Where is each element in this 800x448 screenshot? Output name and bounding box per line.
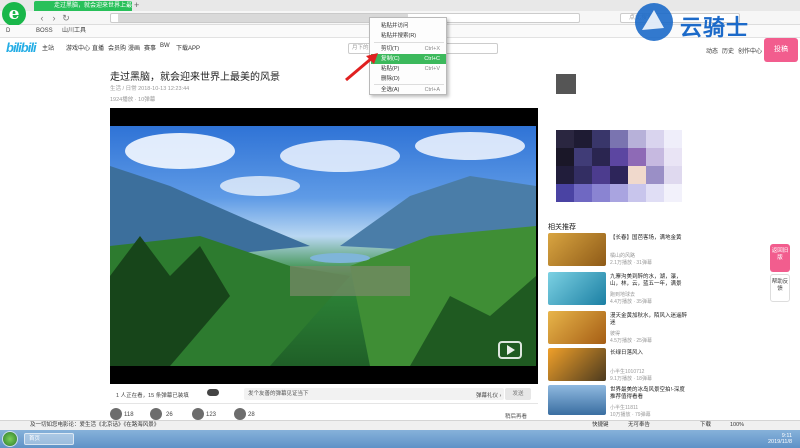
status-item[interactable]: 无可奉告: [628, 421, 650, 430]
ctx-label: 粘贴并搜索(R): [381, 33, 417, 39]
ctx-label: 粘贴并访问: [381, 23, 409, 29]
share-count: 28: [248, 412, 255, 418]
video-meta: 生活 / 日常 2018-10-13 12:23:44: [110, 86, 190, 92]
ctx-paste[interactable]: 粘贴(P) Ctrl+V: [371, 64, 446, 74]
ctx-label: 剪切(T): [381, 46, 400, 52]
browser-status-bar: 及一切如您电影论：爱生活《北京话》《在路海风景》 快捷键 无可奉告 下载 100…: [0, 420, 800, 430]
related-item-plays: 9.1万播放 · 18弹幕: [610, 376, 652, 382]
ctx-separator: [374, 42, 444, 43]
related-item-title[interactable]: 九寨沟美到醉的水，湖，瀑，山，林，云，蓝五一年，满景: [610, 274, 690, 288]
related-section-title: 相关推荐: [548, 224, 576, 231]
coin-count: 26: [166, 412, 173, 418]
annotation-arrow-icon: [345, 53, 378, 82]
nav-item[interactable]: 赛事: [144, 43, 156, 52]
zoom-level[interactable]: 100%: [730, 421, 744, 430]
danmaku-count: 1 人正在看，15 条弹幕已装填: [116, 393, 189, 399]
nav-item-download-app[interactable]: 下载APP: [176, 43, 200, 52]
danmaku-input[interactable]: 发个友善的弹幕见证当下: [244, 388, 504, 400]
header-link-history[interactable]: 历史: [722, 46, 734, 55]
ctx-delete[interactable]: 删除(D): [371, 74, 446, 84]
video-frame-landscape[interactable]: [110, 126, 536, 366]
clock-date: 2019/11/8: [768, 439, 793, 445]
related-thumb[interactable]: [548, 272, 606, 305]
header-link-dynamic[interactable]: 动态: [706, 46, 718, 55]
related-item-up[interactable]: 彼得: [610, 330, 620, 337]
related-item-plays: 4.4万播放 · 35弹幕: [610, 299, 652, 305]
start-button[interactable]: [2, 431, 18, 447]
coin-icon[interactable]: [150, 408, 162, 420]
bilibili-logo[interactable]: bilibili: [6, 40, 37, 55]
ad-mosaic-blurred: [556, 130, 686, 204]
like-icon[interactable]: [110, 408, 122, 420]
bookmark-item[interactable]: 山川工具: [62, 26, 86, 37]
related-item-title[interactable]: 世界最美的冰岛风景空拍!-深度推荐值得看看: [610, 387, 690, 401]
help-feedback-button[interactable]: 帮助反馈: [770, 274, 790, 302]
play-icon: [507, 345, 515, 355]
ctx-shortcut: Ctrl+A: [424, 87, 440, 93]
share-icon[interactable]: [234, 408, 246, 420]
related-thumb[interactable]: [548, 348, 606, 381]
bookmark-item[interactable]: D: [6, 26, 10, 37]
nav-item[interactable]: 直播: [92, 43, 104, 52]
danmaku-etiquette-link[interactable]: 弹幕礼仪 ›: [476, 391, 501, 399]
related-thumb[interactable]: [548, 311, 606, 344]
uploader-avatar[interactable]: [556, 74, 576, 94]
related-thumb[interactable]: [548, 385, 606, 415]
ctx-label: 删除(D): [381, 76, 400, 82]
ctx-cut[interactable]: 剪切(T) Ctrl+X: [371, 44, 446, 54]
watermark-text: 云骑士: [680, 16, 750, 41]
video-stats: 1924播放 · 10弹幕: [110, 97, 156, 103]
nav-item[interactable]: 漫画: [128, 43, 140, 52]
related-thumb[interactable]: [548, 233, 606, 266]
ctx-select-all[interactable]: 全选(A) Ctrl+A: [371, 85, 446, 95]
ctx-shortcut: Ctrl+X: [424, 46, 440, 52]
new-tab-button[interactable]: +: [134, 0, 139, 10]
forward-button[interactable]: ›: [48, 11, 60, 25]
related-item-up[interactable]: 小半生11811: [610, 404, 638, 411]
like-count: 118: [124, 412, 134, 418]
nav-item[interactable]: 游戏中心: [66, 43, 90, 52]
taskbar-app-item[interactable]: 首页: [24, 433, 74, 445]
ctx-shortcut: Ctrl+V: [424, 66, 440, 72]
related-item-up[interactable]: 橘山的风路: [610, 252, 635, 259]
danmaku-send-button[interactable]: 发送: [505, 388, 531, 400]
related-item-plays: 4.5万播放 · 25弹幕: [610, 338, 652, 344]
browser-tab-active[interactable]: 走过黑脑，就会迎来世界上最美的: [34, 1, 132, 11]
reload-button[interactable]: ↻: [60, 11, 72, 25]
header-link-creator[interactable]: 创作中心: [738, 46, 762, 55]
related-item-up[interactable]: 跑到地球去: [610, 291, 635, 298]
bookmark-item[interactable]: BOSS: [36, 26, 53, 37]
ctx-label: 粘贴(P): [381, 66, 400, 72]
nav-item[interactable]: 会员购: [108, 43, 126, 52]
back-button[interactable]: ‹: [36, 11, 48, 25]
ctx-label: 全选(A): [381, 87, 400, 93]
ctx-paste-go[interactable]: 粘贴并访问: [371, 21, 446, 31]
nav-item[interactable]: 主站: [42, 43, 54, 52]
status-item[interactable]: 下载: [700, 421, 711, 430]
browser-logo-icon: e: [2, 2, 26, 26]
related-item-plays: 2.1万播放 · 31弹幕: [610, 260, 652, 266]
nav-item[interactable]: BW: [160, 43, 170, 49]
ctx-paste-search[interactable]: 粘贴并搜索(R): [371, 31, 446, 41]
video-title: 走过黑脑，就会迎来世界上最美的风景: [110, 72, 280, 83]
landscape-illustration: [110, 132, 536, 366]
related-item-title[interactable]: 长绿日落风入: [610, 350, 690, 357]
related-item-up[interactable]: 小半生1010712: [610, 368, 644, 375]
favorite-count: 123: [206, 412, 217, 418]
danmaku-toggle[interactable]: [207, 389, 219, 396]
ctx-copy[interactable]: 复制(C) Ctrl+C: [371, 54, 446, 64]
watch-later-link[interactable]: 稍后再看: [505, 412, 527, 420]
related-item-title[interactable]: 漫天金黄加秋水，陌风入迷遥醉迷: [610, 313, 690, 327]
system-clock: 9:11 2019/11/8: [768, 433, 792, 445]
status-text: 及一切如您电影论：爱生活《北京话》《在路海风景》: [30, 422, 160, 428]
ctx-label: 复制(C): [381, 56, 400, 62]
related-item-title[interactable]: 【长春】国芭客场，满地金黄: [610, 235, 690, 242]
back-old-version-button[interactable]: 返回旧版: [770, 244, 790, 272]
address-text-blurred: [118, 13, 408, 23]
status-item[interactable]: 快捷键: [592, 421, 609, 430]
favorite-icon[interactable]: [192, 408, 204, 420]
related-item-plays: 10万播放 · 79弹幕: [610, 412, 651, 418]
ctx-shortcut: Ctrl+C: [424, 56, 440, 62]
